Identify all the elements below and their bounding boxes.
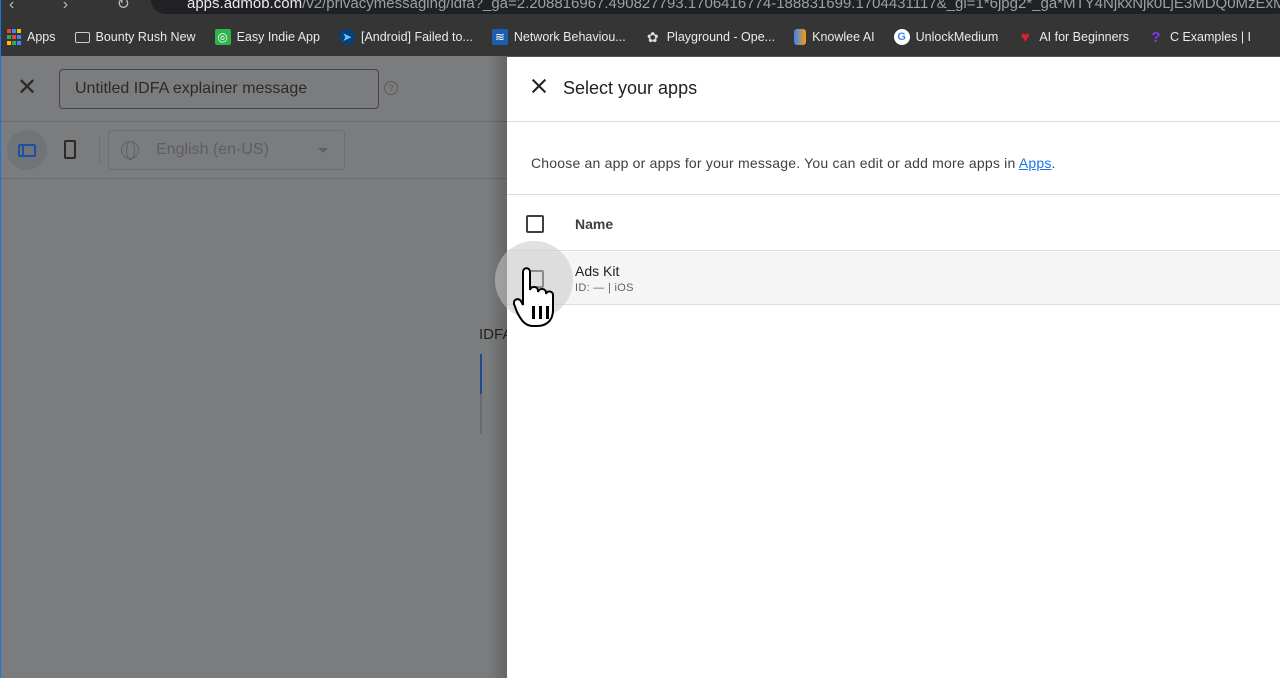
page-scrim[interactable]: ✕ Untitled IDFA explainer message ? Engl… — [1, 56, 507, 678]
bookmark-knowlee-ai[interactable]: Knowlee AI — [794, 29, 875, 45]
apps-link[interactable]: Apps — [1019, 155, 1052, 171]
bookmark-apps[interactable]: Apps — [7, 29, 56, 45]
bookmark-label: Easy Indie App — [236, 30, 320, 44]
bookmark-label: AI for Beginners — [1039, 30, 1129, 44]
toolbar-divider — [99, 136, 100, 164]
panel-title: Select your apps — [563, 78, 698, 98]
openai-icon: ✿ — [646, 28, 659, 45]
url-path: /v2/privacymessaging/idfa?_ga=2.20881696… — [302, 0, 1280, 12]
android-bookmark-icon: ➤ — [338, 29, 355, 45]
panel-shadow — [487, 56, 507, 678]
bookmark-bounty-rush[interactable]: Bounty Rush New — [74, 30, 196, 44]
bookmark-label: Bounty Rush New — [95, 30, 196, 44]
bookmark-label: [Android] Failed to... — [360, 30, 473, 44]
panel-description-section: Choose an app or apps for your message. … — [507, 122, 1280, 195]
help-icon[interactable]: ? — [384, 81, 398, 95]
close-icon[interactable]: ✕ — [17, 76, 37, 100]
app-name: Ads Kit — [575, 263, 620, 279]
heart-icon: ♥ — [1020, 28, 1030, 46]
desktop-view-button[interactable] — [7, 130, 47, 170]
language-select[interactable]: English (en-US) — [108, 130, 345, 170]
network-icon: ≋ — [491, 29, 508, 45]
url-host: apps.admob.com — [187, 0, 303, 12]
bookmark-c-examples[interactable]: ? C Examples | I — [1148, 28, 1252, 46]
apps-grid-icon — [7, 29, 21, 45]
bookmark-unlockmedium[interactable]: G UnlockMedium — [893, 29, 999, 45]
globe-icon — [121, 141, 139, 160]
editor-top-bar: ✕ Untitled IDFA explainer message ? — [1, 56, 507, 122]
c-examples-icon: ? — [1151, 28, 1161, 46]
browser-nav-buttons[interactable]: ‹ › ↻ — [9, 0, 152, 14]
bookmark-playground[interactable]: ✿ Playground - Ope... — [645, 29, 775, 45]
browser-address-bar: ‹ › ↻ apps.admob.com/v2/privacymessaging… — [1, 0, 1280, 18]
description-suffix: . — [1051, 155, 1056, 171]
folder-icon — [74, 31, 90, 43]
bookmark-label: C Examples | I — [1169, 30, 1252, 44]
bookmark-label: Network Behaviou... — [513, 30, 626, 44]
column-header-name[interactable]: Name — [575, 216, 613, 232]
easy-indie-icon: ◎ — [214, 29, 231, 45]
bookmark-easy-indie-app[interactable]: ◎ Easy Indie App — [214, 29, 320, 45]
message-title-input[interactable]: Untitled IDFA explainer message — [59, 69, 379, 109]
bookmark-network-behaviour[interactable]: ≋ Network Behaviou... — [491, 29, 626, 45]
progress-indicator-inactive — [480, 394, 482, 434]
knowlee-icon — [794, 29, 807, 45]
panel-description: Choose an app or apps for your message. … — [531, 155, 1056, 171]
bookmark-label: UnlockMedium — [915, 30, 999, 44]
bookmarks-bar: Apps Bounty Rush New ◎ Easy Indie App ➤ … — [1, 18, 1280, 56]
language-value: English (en-US) — [156, 141, 269, 158]
bookmark-label: Apps — [27, 30, 56, 44]
editor-toolbar: English (en-US) — [1, 122, 507, 179]
select-apps-panel: Select your apps Choose an app or apps f… — [507, 56, 1280, 678]
google-icon: G — [893, 29, 910, 45]
hand-cursor-icon — [513, 267, 554, 327]
panel-header: Select your apps — [507, 57, 1280, 122]
app-meta: ID: — | iOS — [575, 282, 634, 294]
select-all-checkbox[interactable] — [526, 215, 544, 233]
bookmark-label: Playground - Ope... — [666, 30, 776, 44]
apps-table-header: Name — [507, 195, 1280, 251]
close-icon[interactable] — [529, 76, 549, 96]
table-row[interactable]: Ads Kit ID: — | iOS — [507, 252, 1280, 305]
description-text: Choose an app or apps for your message. … — [531, 155, 1019, 171]
desktop-icon — [18, 144, 36, 157]
bookmark-android-failed[interactable]: ➤ [Android] Failed to... — [338, 29, 473, 45]
progress-indicator-active — [480, 354, 482, 394]
chevron-down-icon — [318, 148, 328, 153]
bookmark-ai-for-beginners[interactable]: ♥ AI for Beginners — [1017, 28, 1129, 46]
url-text[interactable]: apps.admob.com/v2/privacymessaging/idfa?… — [187, 0, 1280, 12]
bookmark-label: Knowlee AI — [812, 30, 875, 44]
mobile-view-icon[interactable] — [64, 140, 76, 159]
